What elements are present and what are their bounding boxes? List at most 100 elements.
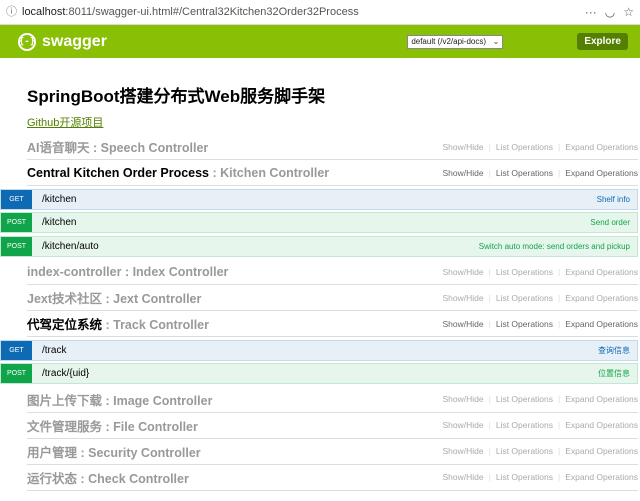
show-hide-link[interactable]: Show/Hide <box>443 142 484 152</box>
expand-operations-link[interactable]: Expand Operations <box>565 472 638 482</box>
operation-summary[interactable]: 查询信息 <box>598 345 637 356</box>
divider: | <box>488 420 491 430</box>
divider: | <box>488 292 491 303</box>
list-operations-link[interactable]: List Operations <box>496 472 553 482</box>
resource-heading: 图片上传下载 : Image Controller Show/Hide | List … <box>27 387 638 413</box>
info-icon[interactable]: ⓘ <box>6 6 18 18</box>
expand-operations-link[interactable]: Expand Operations <box>565 394 638 404</box>
divider: | <box>488 141 491 152</box>
resource-name[interactable]: Jext技术社区 : Jext Controller <box>27 288 201 307</box>
show-hide-link[interactable]: Show/Hide <box>443 267 484 277</box>
divider: | <box>488 167 491 178</box>
resource-name[interactable]: 图片上传下载 : Image Controller <box>27 390 212 409</box>
show-hide-link[interactable]: Show/Hide <box>443 394 484 404</box>
resource-heading: Central Kitchen Order Process : Kitchen … <box>27 160 638 186</box>
github-link[interactable]: Github开源项目 <box>27 114 103 130</box>
pocket-icon[interactable]: ◡ <box>605 6 615 18</box>
resource-name[interactable]: index-controller : Index Controller <box>27 265 228 279</box>
divider: | <box>558 292 561 303</box>
resource-heading: index-controller : Index Controller Show/… <box>27 259 638 285</box>
expand-operations-link[interactable]: Expand Operations <box>565 293 638 303</box>
divider: | <box>488 318 491 329</box>
resource-actions: Show/Hide | List Operations | Expand Operati… <box>443 446 639 456</box>
resource-actions: Show/Hide | List Operations | Expand Operati… <box>443 394 639 404</box>
explore-button[interactable]: Explore <box>577 33 628 50</box>
http-method-badge[interactable]: POST <box>1 364 32 383</box>
resource-heading: 用户管理 : Security Controller Show/Hide | List… <box>27 439 638 465</box>
show-hide-link[interactable]: Show/Hide <box>443 293 484 303</box>
resource-name[interactable]: 用户管理 : Security Controller <box>27 442 201 461</box>
operation-row[interactable]: POST/kitchen Send order <box>0 212 638 233</box>
expand-operations-link[interactable]: Expand Operations <box>565 446 638 456</box>
more-dots-icon[interactable]: ··· <box>585 6 597 18</box>
operation-summary[interactable]: Shelf info <box>597 195 637 204</box>
http-method-badge[interactable]: GET <box>1 340 32 360</box>
address-url[interactable]: localhost:8011/swagger-ui.html#/Central3… <box>22 6 359 18</box>
resource-actions: Show/Hide | List Operations | Expand Operati… <box>443 142 639 152</box>
operation-summary[interactable]: Send order <box>590 218 637 227</box>
divider: | <box>558 420 561 430</box>
divider: | <box>558 394 561 404</box>
bookmark-star-icon[interactable]: ☆ <box>623 6 634 18</box>
resource-heading: 文件管理服务 : File Controller Show/Hide | List O… <box>27 413 638 439</box>
resource-name[interactable]: 运行状态 : Check Controller <box>27 468 189 487</box>
resource-heading: 运行状态 : Check Controller Show/Hide | List Op… <box>27 465 638 491</box>
show-hide-link[interactable]: Show/Hide <box>443 168 484 178</box>
resource-list: AI语音聊天 : Speech Controller Show/Hide | List… <box>0 134 638 491</box>
operation-path[interactable]: /kitchen <box>42 194 76 205</box>
resource-name[interactable]: Central Kitchen Order Process : Kitchen … <box>27 166 329 180</box>
browser-address-bar: ⓘ localhost:8011/swagger-ui.html#/Centra… <box>0 0 640 25</box>
list-operations-link[interactable]: List Operations <box>496 420 553 430</box>
list-operations-link[interactable]: List Operations <box>496 446 553 456</box>
resource-actions: Show/Hide | List Operations | Expand Operati… <box>443 420 639 430</box>
expand-operations-link[interactable]: Expand Operations <box>565 142 638 152</box>
spec-select[interactable]: default (/v2/api-docs) ⌄ <box>407 34 504 49</box>
http-method-badge[interactable]: POST <box>1 236 32 256</box>
list-operations-link[interactable]: List Operations <box>496 142 553 152</box>
operation-row[interactable]: GET/track 查询信息 <box>0 339 638 361</box>
list-operations-link[interactable]: List Operations <box>496 394 553 404</box>
list-operations-link[interactable]: List Operations <box>496 293 553 303</box>
operation-summary[interactable]: 位置信息 <box>598 368 637 379</box>
http-method-badge[interactable]: POST <box>1 213 32 232</box>
divider: | <box>558 141 561 152</box>
list-operations-link[interactable]: List Operations <box>496 319 553 329</box>
operation-row[interactable]: POST/kitchen/auto Switch auto mode: send … <box>0 235 638 257</box>
operation-row[interactable]: GET/kitchen Shelf info <box>0 188 638 210</box>
resource-name[interactable]: 代驾定位系统 : Track Controller <box>27 314 209 333</box>
resource-actions: Show/Hide | List Operations | Expand Operati… <box>443 293 639 303</box>
swagger-logo-icon: {-} <box>18 32 36 51</box>
resource-actions: Show/Hide | List Operations | Expand Operati… <box>443 319 639 329</box>
expand-operations-link[interactable]: Expand Operations <box>565 420 638 430</box>
operation-path[interactable]: /kitchen <box>42 217 76 228</box>
resource-name[interactable]: 文件管理服务 : File Controller <box>27 416 198 435</box>
expand-operations-link[interactable]: Expand Operations <box>565 168 638 178</box>
spec-select-value: default (/v2/api-docs) <box>411 37 487 46</box>
resource-heading: Jext技术社区 : Jext Controller Show/Hide | List… <box>27 285 638 311</box>
show-hide-link[interactable]: Show/Hide <box>443 420 484 430</box>
http-method-badge[interactable]: GET <box>1 189 32 209</box>
divider: | <box>488 394 491 404</box>
list-operations-link[interactable]: List Operations <box>496 267 553 277</box>
divider: | <box>558 446 561 456</box>
expand-operations-link[interactable]: Expand Operations <box>565 319 638 329</box>
resource-name[interactable]: AI语音聊天 : Speech Controller <box>27 137 208 156</box>
show-hide-link[interactable]: Show/Hide <box>443 446 484 456</box>
operation-path[interactable]: /track <box>42 345 66 356</box>
operation-summary[interactable]: Switch auto mode: send orders and pickup <box>479 242 637 251</box>
chevron-down-icon: ⌄ <box>492 37 500 46</box>
expand-operations-link[interactable]: Expand Operations <box>565 267 638 277</box>
operation-row[interactable]: POST/track/{uid} 位置信息 <box>0 363 638 384</box>
resource-heading: 代驾定位系统 : Track Controller Show/Hide | List … <box>27 311 638 337</box>
resource-heading: AI语音聊天 : Speech Controller Show/Hide | List… <box>27 134 638 160</box>
show-hide-link[interactable]: Show/Hide <box>443 472 484 482</box>
list-operations-link[interactable]: List Operations <box>496 168 553 178</box>
resource-actions: Show/Hide | List Operations | Expand Operati… <box>443 168 639 178</box>
divider: | <box>488 446 491 456</box>
divider: | <box>488 472 491 482</box>
swagger-logo-text: swagger <box>42 32 107 50</box>
operation-path[interactable]: /kitchen/auto <box>42 241 99 252</box>
divider: | <box>558 472 561 482</box>
show-hide-link[interactable]: Show/Hide <box>443 319 484 329</box>
operation-path[interactable]: /track/{uid} <box>42 368 89 379</box>
